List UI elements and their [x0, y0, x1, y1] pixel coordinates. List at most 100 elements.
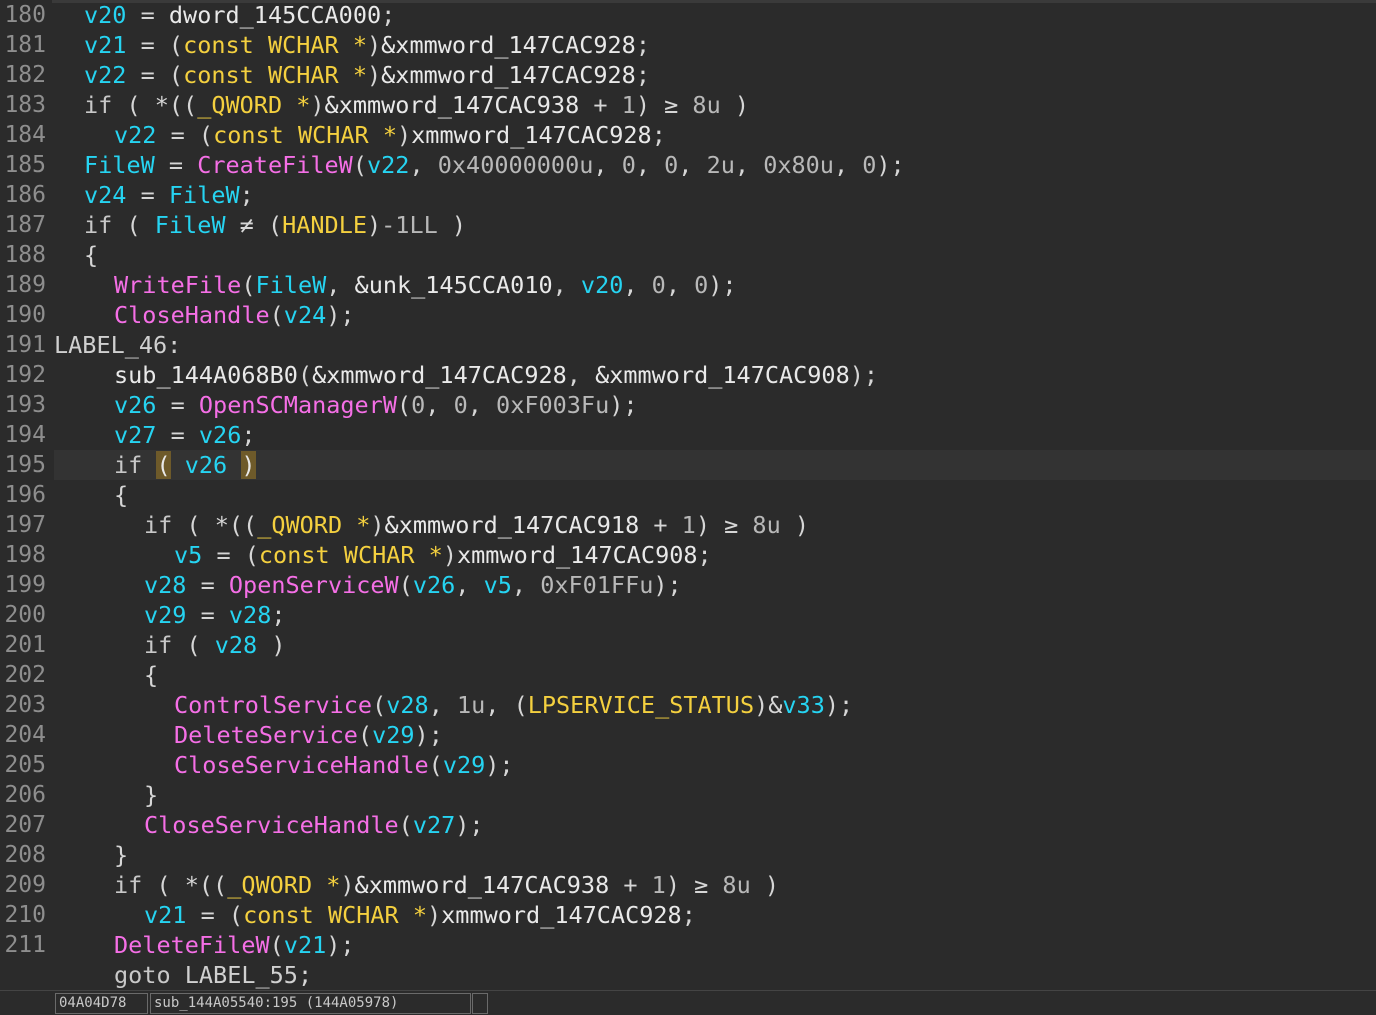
code-text[interactable]: LABEL_46:	[54, 331, 181, 359]
label[interactable]: LABEL_46:	[54, 331, 181, 359]
code-line[interactable]: 180 v20 = dword_145CCA000;	[4, 0, 1376, 30]
code-line[interactable]: 187 if ( FileW ≠ (HANDLE)-1LL )	[4, 210, 1376, 240]
code-line[interactable]: 181 v21 = (const WCHAR *)&xmmword_147CAC9…	[4, 30, 1376, 60]
identifier[interactable]: FileW	[155, 211, 226, 239]
code-line[interactable]: 194 v27 = v26;	[4, 420, 1376, 450]
code-text[interactable]: v29 = v28;	[54, 601, 286, 629]
global-name[interactable]: xmmword_147CAC928	[411, 121, 652, 149]
code-line[interactable]: 209 if ( *((_QWORD *)&xmmword_147CAC938 +…	[4, 870, 1376, 900]
pseudocode-view[interactable]: 180 v20 = dword_145CCA000; 181 v21 = (const…	[0, 0, 1376, 990]
code-line[interactable]: 190 CloseHandle(v24);	[4, 300, 1376, 330]
function-name[interactable]: ControlService	[174, 691, 372, 719]
identifier[interactable]: v29	[372, 721, 414, 749]
code-text[interactable]: }	[54, 781, 158, 809]
identifier[interactable]: v22	[84, 61, 126, 89]
identifier[interactable]: v22	[114, 121, 156, 149]
code-text[interactable]: if ( *((_QWORD *)&xmmword_147CAC918 + 1)…	[54, 511, 809, 539]
function-name[interactable]: OpenServiceW	[229, 571, 399, 599]
function-name[interactable]: WriteFile	[114, 271, 241, 299]
code-text[interactable]: if ( *((_QWORD *)&xmmword_147CAC938 + 1)…	[54, 871, 779, 899]
code-line[interactable]: 208}	[4, 840, 1376, 870]
global-name[interactable]: sub_144A068B0	[114, 361, 298, 389]
code-text[interactable]: CloseServiceHandle(v27);	[54, 811, 484, 839]
function-name[interactable]: OpenSCManagerW	[199, 391, 397, 419]
code-text[interactable]: CloseHandle(v24);	[54, 301, 355, 329]
code-text[interactable]: v21 = (const WCHAR *)&xmmword_147CAC928;	[54, 31, 650, 59]
identifier[interactable]: v26	[199, 421, 241, 449]
identifier[interactable]: v20	[84, 1, 126, 29]
code-line[interactable]: 202 {	[4, 660, 1376, 690]
identifier[interactable]: v33	[782, 691, 824, 719]
identifier[interactable]: v29	[443, 751, 485, 779]
label[interactable]: LABEL_55	[185, 961, 298, 989]
code-text[interactable]: if ( v26 )	[54, 451, 256, 479]
code-text[interactable]: v28 = OpenServiceW(v26, v5, 0xF01FFu);	[54, 571, 682, 599]
code-line[interactable]: 197 if ( *((_QWORD *)&xmmword_147CAC918 +…	[4, 510, 1376, 540]
global-name[interactable]: &xmmword_147CAC928	[381, 31, 636, 59]
global-name[interactable]: &unk_145CCA010	[355, 271, 553, 299]
identifier[interactable]: v28	[386, 691, 428, 719]
code-text[interactable]: WriteFile(FileW, &unk_145CCA010, v20, 0,…	[54, 271, 737, 299]
global-name[interactable]: &xmmword_147CAC928	[381, 61, 636, 89]
identifier[interactable]: v26	[114, 391, 156, 419]
code-line[interactable]: 191 LABEL_46:	[4, 330, 1376, 360]
identifier[interactable]: v21	[84, 31, 126, 59]
code-text[interactable]: v21 = (const WCHAR *)xmmword_147CAC928;	[54, 901, 696, 929]
identifier[interactable]: FileW	[169, 181, 240, 209]
code-line[interactable]: 189 WriteFile(FileW, &unk_145CCA010, v20,…	[4, 270, 1376, 300]
code-text[interactable]: if ( *((_QWORD *)&xmmword_147CAC938 + 1)…	[54, 91, 749, 119]
code-text[interactable]: CloseServiceHandle(v29);	[54, 751, 514, 779]
code-line[interactable]: 198 v5 = (const WCHAR *)xmmword_147CAC908…	[4, 540, 1376, 570]
global-name[interactable]: &xmmword_147CAC928	[312, 361, 567, 389]
code-line[interactable]: 188 {	[4, 240, 1376, 270]
code-line[interactable]: 195 if ( v26 )	[4, 450, 1376, 480]
function-name[interactable]: DeleteService	[174, 721, 358, 749]
global-name[interactable]: &xmmword_147CAC918	[385, 511, 640, 539]
code-text[interactable]: FileW = CreateFileW(v22, 0x40000000u, 0,…	[54, 151, 905, 179]
code-line[interactable]: 200 v29 = v28;	[4, 600, 1376, 630]
code-text[interactable]: v26 = OpenSCManagerW(0, 0, 0xF003Fu);	[54, 391, 638, 419]
global-name[interactable]: xmmword_147CAC908	[457, 541, 698, 569]
code-text[interactable]: sub_144A068B0(&xmmword_147CAC928, &xmmwo…	[54, 361, 878, 389]
identifier[interactable]: v28	[229, 601, 271, 629]
identifier[interactable]: v21	[144, 901, 186, 929]
identifier[interactable]: v21	[284, 931, 326, 959]
code-text[interactable]: {	[54, 241, 98, 269]
code-text[interactable]: }	[54, 841, 128, 869]
code-line[interactable]: 201 if ( v28 )	[4, 630, 1376, 660]
function-name[interactable]: CloseHandle	[114, 301, 270, 329]
identifier[interactable]: v27	[413, 811, 455, 839]
code-text[interactable]: v27 = v26;	[54, 421, 256, 449]
code-text[interactable]: if ( FileW ≠ (HANDLE)-1LL )	[54, 211, 466, 239]
identifier[interactable]: v24	[284, 301, 326, 329]
code-line[interactable]: 186 v24 = FileW;	[4, 180, 1376, 210]
identifier[interactable]: v28	[215, 631, 257, 659]
code-line[interactable]: 192 sub_144A068B0(&xmmword_147CAC928, &xm…	[4, 360, 1376, 390]
code-line[interactable]: 183 if ( *((_QWORD *)&xmmword_147CAC938 +…	[4, 90, 1376, 120]
code-line[interactable]: 205 CloseServiceHandle(v29);	[4, 750, 1376, 780]
code-text[interactable]: if ( v28 )	[54, 631, 286, 659]
global-name[interactable]: &xmmword_147CAC938	[355, 871, 610, 899]
code-line[interactable]: 182 v22 = (const WCHAR *)&xmmword_147CAC9…	[4, 60, 1376, 90]
code-line[interactable]: 196 {	[4, 480, 1376, 510]
code-area[interactable]: 180 v20 = dword_145CCA000; 181 v21 = (const…	[4, 0, 1376, 990]
code-line[interactable]: goto LABEL_55;	[54, 960, 1376, 990]
identifier[interactable]: v29	[144, 601, 186, 629]
global-name[interactable]: dword_145CCA000	[169, 1, 381, 29]
function-name[interactable]: CloseServiceHandle	[174, 751, 429, 779]
identifier[interactable]: v22	[367, 151, 409, 179]
code-text[interactable]: v24 = FileW;	[54, 181, 254, 209]
identifier[interactable]: FileW	[84, 151, 155, 179]
code-line[interactable]: 193 v26 = OpenSCManagerW(0, 0, 0xF003Fu);	[4, 390, 1376, 420]
identifier[interactable]: v24	[84, 181, 126, 209]
identifier[interactable]: v26	[413, 571, 455, 599]
global-name[interactable]: &xmmword_147CAC908	[595, 361, 850, 389]
code-line[interactable]: 206}	[4, 780, 1376, 810]
code-text[interactable]: goto LABEL_55;	[54, 961, 312, 989]
global-name[interactable]: xmmword_147CAC928	[441, 901, 682, 929]
identifier[interactable]: v28	[144, 571, 186, 599]
code-line[interactable]: 210 v21 = (const WCHAR *)xmmword_147CAC92…	[4, 900, 1376, 930]
code-line[interactable]: 185 FileW = CreateFileW(v22, 0x40000000u,…	[4, 150, 1376, 180]
identifier[interactable]: v27	[114, 421, 156, 449]
identifier[interactable]: v20	[581, 271, 623, 299]
